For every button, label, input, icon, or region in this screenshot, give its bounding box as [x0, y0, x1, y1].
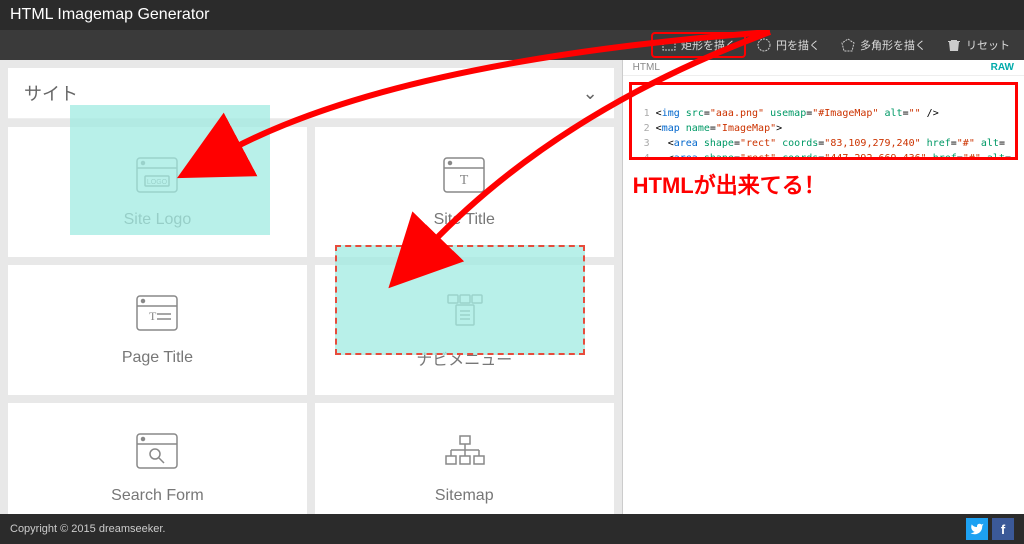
app-title: HTML Imagemap Generator: [10, 6, 209, 24]
card-label: Site Title: [434, 211, 495, 229]
card-grid: LOGO Site Logo T Site Title T Page Title…: [8, 127, 614, 514]
canvas-area[interactable]: サイト ⌄ LOGO Site Logo T Site Title T Page…: [0, 60, 623, 514]
code-output[interactable]: 1<img src="aaa.png" usemap="#ImageMap" a…: [629, 82, 1018, 160]
code-panel: HTML RAW 1<img src="aaa.png" usemap="#Im…: [623, 60, 1024, 514]
facebook-button[interactable]: f: [992, 518, 1014, 540]
footer: Copyright © 2015 dreamseeker. f: [0, 514, 1024, 544]
card-label: Search Form: [111, 487, 203, 505]
rect-icon: [661, 37, 677, 53]
card-site-title[interactable]: T Site Title: [315, 127, 614, 257]
chevron-down-icon: ⌄: [583, 83, 598, 104]
tool-reset-button[interactable]: リセット: [938, 34, 1018, 56]
polygon-icon: [840, 37, 856, 53]
section-header[interactable]: サイト ⌄: [8, 68, 614, 119]
tab-raw[interactable]: RAW: [991, 62, 1014, 73]
copyright: Copyright © 2015 dreamseeker.: [10, 523, 165, 535]
trash-icon: [946, 37, 962, 53]
page-title-icon: T: [135, 294, 179, 337]
tab-html[interactable]: HTML: [633, 62, 660, 73]
svg-text:LOGO: LOGO: [147, 179, 168, 186]
logo-icon: LOGO: [135, 156, 179, 199]
card-page-title[interactable]: T Page Title: [8, 265, 307, 395]
card-label: Page Title: [122, 349, 193, 367]
card-search-form[interactable]: Search Form: [8, 403, 307, 514]
svg-text:T: T: [460, 173, 469, 188]
tool-polygon-button[interactable]: 多角形を描く: [832, 34, 934, 56]
tool-rect-button[interactable]: 矩形を描く: [653, 34, 744, 56]
code-tabs: HTML RAW: [623, 60, 1024, 76]
card-label: ナビメニュー: [416, 346, 512, 370]
svg-text:T: T: [149, 309, 157, 323]
nav-menu-icon: [442, 291, 486, 334]
app-header: HTML Imagemap Generator: [0, 0, 1024, 30]
card-sitemap[interactable]: Sitemap: [315, 403, 614, 514]
site-title-icon: T: [442, 156, 486, 199]
section-title: サイト: [24, 80, 78, 106]
main-area: サイト ⌄ LOGO Site Logo T Site Title T Page…: [0, 60, 1024, 514]
toolbar: 矩形を描く 円を描く 多角形を描く リセット: [0, 30, 1024, 60]
card-site-logo[interactable]: LOGO Site Logo: [8, 127, 307, 257]
tool-circle-button[interactable]: 円を描く: [748, 34, 828, 56]
card-label: Sitemap: [435, 487, 494, 505]
card-nav-menu[interactable]: ナビメニュー: [315, 265, 614, 395]
twitter-button[interactable]: [966, 518, 988, 540]
search-icon: [135, 432, 179, 475]
social-links: f: [966, 518, 1014, 540]
card-label: Site Logo: [124, 211, 192, 229]
annotation-callout: HTMLが出来てる！: [633, 168, 1014, 200]
circle-icon: [756, 37, 772, 53]
sitemap-icon: [442, 432, 486, 475]
